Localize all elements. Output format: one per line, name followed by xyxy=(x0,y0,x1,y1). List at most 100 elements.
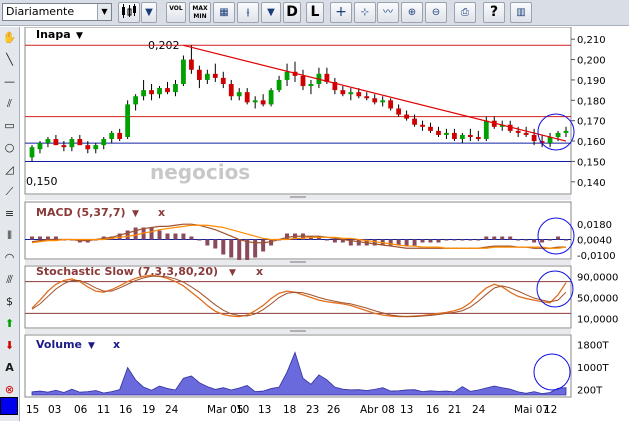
zoom-out-icon[interactable]: ⊖ xyxy=(425,2,447,23)
draw-d-button[interactable]: D xyxy=(283,2,301,23)
help-button[interactable]: ? xyxy=(483,2,505,23)
circle-icon[interactable]: ○ xyxy=(1,139,18,156)
candle-body xyxy=(204,73,210,80)
price-tick-label: 0,140 xyxy=(577,178,606,189)
volume-close-button[interactable]: x xyxy=(113,338,120,351)
candle-body xyxy=(212,73,218,78)
macd-histogram-bar xyxy=(229,239,234,258)
macd-close-button[interactable]: x xyxy=(158,206,165,219)
macd-histogram-bar xyxy=(181,233,186,240)
buy-arrow-icon[interactable]: ⬆ xyxy=(1,315,18,332)
macd-histogram-bar xyxy=(420,239,425,243)
x-axis-label: 24 xyxy=(472,404,486,416)
candle-body xyxy=(244,92,250,103)
chevron-down-icon[interactable]: ▼ xyxy=(97,4,111,20)
draw-l-button[interactable]: L xyxy=(306,2,324,23)
macd-histogram-bar xyxy=(468,239,473,241)
macd-histogram-bar xyxy=(37,236,42,240)
volume-toggle-button[interactable]: VOL xyxy=(166,2,186,23)
candle-body xyxy=(252,100,258,103)
symbol-dropdown-icon[interactable]: ▼ xyxy=(76,31,83,41)
volume-toggle-label: VOL xyxy=(169,5,183,12)
volume-y-axis: 1800T 1000T 200T xyxy=(577,341,609,397)
chart-dropdown-icon[interactable]: ▼ xyxy=(261,2,281,23)
period-select[interactable]: Diariamente ▼ xyxy=(2,3,112,21)
sell-arrow-icon[interactable]: ⬇ xyxy=(1,337,18,354)
x-axis-label: 24 xyxy=(165,404,179,416)
fibonacci-time-icon[interactable]: ⦀ xyxy=(1,227,18,244)
x-axis-label: 13 xyxy=(258,404,271,416)
text-tool-icon[interactable]: A xyxy=(1,359,18,376)
candle-body xyxy=(125,104,131,137)
macd-histogram-bar xyxy=(356,239,361,246)
candle-body xyxy=(181,59,186,85)
x-axis: 15 03 06 11 16 19 24 Mar 0510 13 18 23 26 Abr 08 13 16… xyxy=(26,404,557,416)
hand-icon[interactable]: ✋ xyxy=(1,29,18,46)
stochastic-dropdown-icon[interactable]: ▼ xyxy=(229,268,236,278)
candle-body xyxy=(523,132,529,135)
macd-y-axis: 0,0180 0,0040 -0,0100 xyxy=(577,220,616,262)
zoom-in-icon[interactable]: ⊕ xyxy=(401,2,423,23)
fan-icon[interactable]: ⟋ xyxy=(1,183,18,200)
price-y-axis: 0,210 0,200 0,190 0,180 0,170 0,160 0,150 0,140 xyxy=(571,35,606,189)
macd-histogram-bar xyxy=(245,239,250,261)
candle-body xyxy=(467,134,473,137)
volume-title[interactable]: Volume xyxy=(36,338,82,351)
candle-body xyxy=(45,139,51,144)
candlestick-icon[interactable] xyxy=(118,2,140,23)
book-icon[interactable]: ▥ xyxy=(510,2,532,23)
x-axis-label: 10 xyxy=(236,404,249,416)
line-chart-icon[interactable]: 〰 xyxy=(377,2,399,23)
macd-histogram-bar xyxy=(556,236,561,240)
x-axis-label: 13 xyxy=(400,404,413,416)
x-axis-label: 26 xyxy=(327,404,341,416)
x-axis-label: 12 xyxy=(544,404,557,416)
x-axis-label: 06 xyxy=(74,404,88,416)
pointer-cross-icon[interactable]: ⊹ xyxy=(354,2,376,23)
candle-body xyxy=(220,77,226,85)
crosshair-icon[interactable]: + xyxy=(330,2,352,23)
volume-dropdown-icon[interactable]: ▼ xyxy=(88,341,95,351)
horizontal-line-icon[interactable]: — xyxy=(1,73,18,90)
symbol-label[interactable]: Inapa xyxy=(36,28,71,41)
candle-body xyxy=(284,71,290,80)
stochastic-y-axis: 90,0000 50,0000 10,0000 xyxy=(577,272,618,325)
parallel-lines-icon[interactable]: ⫽ xyxy=(1,95,18,112)
macd-histogram-bar xyxy=(412,239,417,246)
candle-body xyxy=(412,118,417,125)
macd-tick-label: -0,0100 xyxy=(577,251,616,262)
price-tick-label: 0,150 xyxy=(577,157,606,168)
grid-icon[interactable]: ▦ xyxy=(213,2,235,23)
chart-type-dropdown-icon[interactable]: ▼ xyxy=(141,2,157,23)
channel-icon[interactable]: ⫻ xyxy=(1,271,18,288)
x-axis-label: 19 xyxy=(142,404,155,416)
candle-body xyxy=(428,126,433,131)
rectangle-icon[interactable]: ▭ xyxy=(1,117,18,134)
price-tick-label: 0,210 xyxy=(577,35,606,46)
macd-title[interactable]: MACD (5,37,7) xyxy=(36,206,126,219)
candle-body xyxy=(483,120,489,140)
fibonacci-icon[interactable]: ≡ xyxy=(1,205,18,222)
color-picker-swatch[interactable] xyxy=(0,397,18,415)
candle-body xyxy=(260,100,266,105)
stochastic-title[interactable]: Stochastic Slow (7,3,3,80,20) xyxy=(36,265,218,278)
dollar-icon[interactable]: $ xyxy=(1,293,18,310)
macd-histogram-bar xyxy=(269,239,274,246)
candle-body xyxy=(133,96,139,105)
macd-histogram-bar xyxy=(476,239,481,241)
macd-histogram-bar xyxy=(157,230,162,240)
compare-chart-icon[interactable]: ⫲ xyxy=(237,2,259,23)
maxmin-toggle-button[interactable]: MAX MIN xyxy=(189,2,211,23)
arc-icon[interactable]: ◠ xyxy=(1,249,18,266)
macd-histogram-bar xyxy=(332,239,337,243)
delete-icon[interactable]: ⊗ xyxy=(1,381,18,398)
macd-histogram-bar xyxy=(189,236,194,240)
stochastic-close-button[interactable]: x xyxy=(256,265,263,278)
line-tool-icon[interactable]: ╲ xyxy=(1,51,18,68)
candle-body xyxy=(515,130,521,133)
macd-dropdown-icon[interactable]: ▼ xyxy=(132,209,139,219)
triangle-icon[interactable]: ◿ xyxy=(1,161,18,178)
print-icon[interactable]: ⎙ xyxy=(454,2,476,23)
period-select-value: Diariamente xyxy=(6,5,75,18)
x-axis-label: 15 xyxy=(26,404,39,416)
